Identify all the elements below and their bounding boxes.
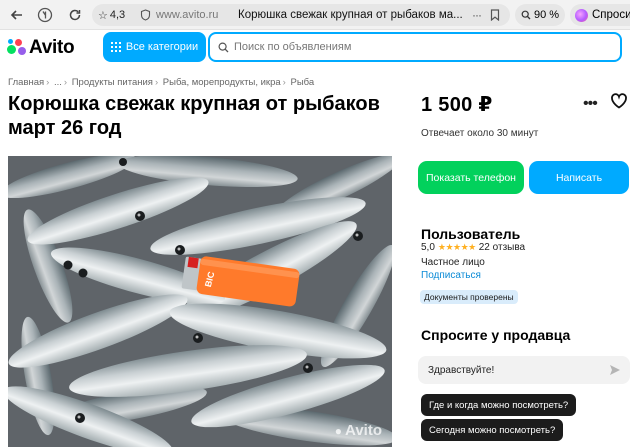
seller-name[interactable]: Пользователь — [421, 226, 520, 242]
search-placeholder: Поиск по объявлениям — [234, 41, 352, 53]
search-icon — [521, 10, 531, 20]
heart-icon[interactable] — [610, 92, 628, 110]
yandex-logo-icon[interactable] — [36, 6, 54, 24]
show-phone-button[interactable]: Показать телефон — [418, 161, 524, 194]
back-arrow-icon[interactable] — [8, 6, 26, 24]
quick-question-chip[interactable]: Сегодня можно посмотреть? — [421, 419, 564, 441]
reply-time: Отвечает около 30 минут — [421, 128, 539, 139]
seller-reviews[interactable]: 22 отзыва — [479, 242, 525, 253]
write-message-button[interactable]: Написать — [529, 161, 629, 194]
seller-rating[interactable]: 5,0 ★★★★★ 22 отзыва — [421, 242, 525, 253]
rating-stars-icon: ★★★★★ — [437, 242, 476, 252]
breadcrumb-home[interactable]: Главная — [8, 77, 44, 88]
breadcrumb-fish[interactable]: Рыба — [290, 77, 314, 88]
star-icon: ☆ — [98, 9, 108, 22]
watermark-text: Avito — [345, 422, 382, 439]
more-icon[interactable]: ··· — [472, 8, 482, 22]
alice-ask-button[interactable]: Спроси — [570, 4, 630, 26]
breadcrumb-ellipsis[interactable]: ... — [54, 77, 62, 88]
url-domain: www.avito.ru — [156, 9, 219, 21]
page-title: Корюшка свежак крупная от рыбаков март 2… — [8, 93, 380, 139]
site-rating[interactable]: ☆ 4,3 — [98, 9, 125, 22]
subscribe-link[interactable]: Подписаться — [421, 270, 481, 281]
breadcrumb: Главная › ... › Продукты питания › Рыба, мо… — [8, 77, 315, 88]
avito-watermark: ● Avito — [335, 422, 382, 439]
logo-text: Avito — [29, 37, 75, 58]
breadcrumb-food[interactable]: Продукты питания — [72, 77, 153, 88]
seller-type: Частное лицо — [421, 257, 485, 268]
quick-question-chip[interactable]: Где и когда можно посмотреть? — [421, 394, 577, 416]
breadcrumb-seafood[interactable]: Рыба, морепродукты, икра — [163, 77, 281, 88]
address-bar[interactable]: ☆ 4,3 www.avito.ru Корюшка свежак крупна… — [92, 4, 510, 26]
send-icon[interactable] — [609, 364, 621, 376]
listing-photo[interactable]: BIC ● Avito — [8, 156, 392, 447]
site-rating-value: 4,3 — [109, 9, 126, 21]
reload-icon[interactable] — [66, 6, 84, 24]
page-tab-title: Корюшка свежак крупная от рыбаков ма... — [238, 9, 463, 21]
more-options-icon[interactable]: ••• — [583, 95, 598, 113]
alice-icon — [575, 8, 588, 22]
message-field[interactable]: Здравствуйте! — [418, 356, 630, 384]
smelt-fish-photo: BIC — [8, 156, 392, 447]
browser-toolbar: ☆ 4,3 www.avito.ru Корюшка свежак крупна… — [0, 0, 630, 30]
seller-rating-value: 5,0 — [421, 242, 435, 253]
avito-logo-icon — [7, 39, 27, 57]
all-categories-button[interactable]: Все категории — [103, 32, 206, 62]
all-categories-label: Все категории — [125, 41, 199, 53]
search-input[interactable]: Поиск по объявлениям — [208, 32, 622, 62]
message-field-value: Здравствуйте! — [428, 364, 495, 376]
documents-verified-badge: Документы проверены — [420, 290, 518, 304]
zoom-control[interactable]: 90 % — [515, 4, 565, 26]
avito-logo[interactable]: Avito — [7, 37, 75, 59]
search-icon — [218, 41, 229, 52]
alice-ask-label: Спроси — [592, 9, 630, 21]
shield-icon[interactable] — [140, 9, 151, 21]
listing-price: 1 500 ₽ — [421, 94, 493, 116]
grid-icon — [110, 42, 121, 52]
zoom-level: 90 % — [533, 9, 560, 21]
watermark-logo-icon: ● — [334, 423, 343, 438]
ask-seller-title: Спросите у продавца — [421, 327, 571, 343]
bookmark-icon[interactable] — [490, 9, 500, 21]
